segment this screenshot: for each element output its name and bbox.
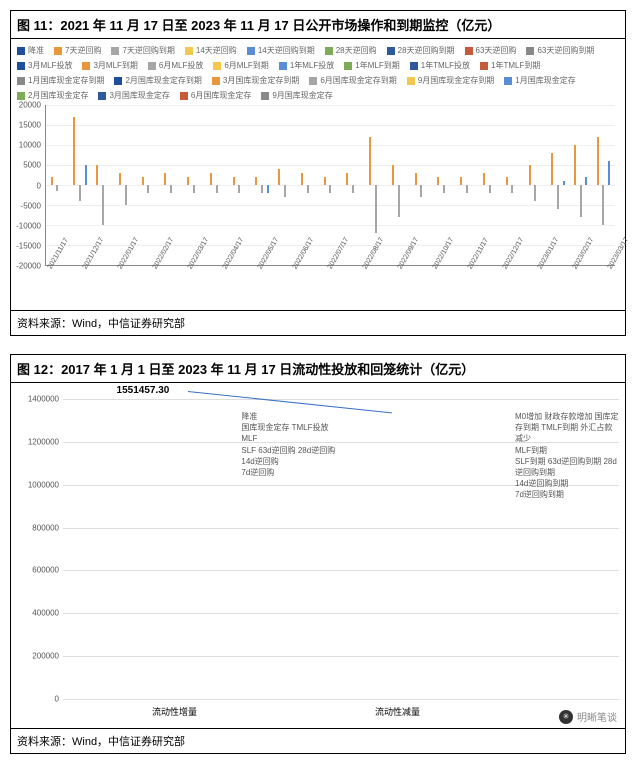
legend-item: 1年TMLF到期 <box>480 60 540 71</box>
legend-item: 6月国库现金定存到期 <box>309 75 396 86</box>
watermark-text: 明晰笔谈 <box>577 709 617 724</box>
chart-12-yaxis: 0200000400000600000800000100000012000001… <box>17 399 61 699</box>
legend-item: 1月国库现金定存到期 <box>17 75 104 86</box>
legend-item: 63天逆回购 <box>465 45 517 56</box>
top-value-1: 1437957.73 <box>357 417 410 428</box>
chart-12-source: 资料来源：Wind，中信证券研究部 <box>11 728 625 753</box>
legend-item: 6月MLF到期 <box>213 60 268 71</box>
legend-item: 2月国库现金定存 <box>17 90 88 101</box>
legend-item: 1年MLF投放 <box>279 60 334 71</box>
legend-item: 14天逆回购到期 <box>247 45 315 56</box>
chart-12-xaxis: 流动性增量 流动性减量 <box>63 705 509 718</box>
chart-12-plot: 0200000400000600000800000100000012000001… <box>63 399 509 699</box>
legend-item: 3月国库现金定存 <box>98 90 169 101</box>
legend-item: 1月国库现金定存 <box>504 75 575 86</box>
legend-item: 1年TMLF投放 <box>410 60 470 71</box>
legend-item: 9月国库现金定存 <box>261 90 332 101</box>
legend-item: 3月国库现金定存到期 <box>212 75 299 86</box>
chart-11-source: 资料来源：Wind，中信证券研究部 <box>11 310 625 335</box>
chart-11-yaxis: -20000-15000-10000-500005000100001500020… <box>17 105 43 266</box>
left-series-labels: 降准国库现金定存 TMLF投放MLFSLF 63d逆回购 28d逆回购14d逆回… <box>241 411 335 478</box>
top-value-0: 1551457.30 <box>117 385 170 396</box>
legend-item: 9月国库现金定存到期 <box>407 75 494 86</box>
legend-item: 6月国库现金定存 <box>180 90 251 101</box>
legend-item: 7天逆回购到期 <box>111 45 174 56</box>
wechat-icon: ✳ <box>559 710 573 724</box>
legend-item: 3月MLF到期 <box>82 60 137 71</box>
legend-item: 14天逆回购 <box>185 45 237 56</box>
legend-item: 降准 <box>17 45 44 56</box>
chart-12-title: 图 12：2017 年 1 月 1 日至 2023 年 11 月 17 日流动性… <box>11 355 625 383</box>
xcat-0: 流动性增量 <box>63 705 286 718</box>
watermark: ✳ 明晰笔谈 <box>559 709 617 724</box>
legend-item: 3月MLF投放 <box>17 60 72 71</box>
xcat-1: 流动性减量 <box>286 705 509 718</box>
chart-11-legend: 降准 7天逆回购 7天逆回购到期 14天逆回购 14天逆回购到期 28天逆回购 28天逆回购… <box>17 45 619 101</box>
legend-item: 1年MLF到期 <box>344 60 399 71</box>
right-series-labels: M0增加 财政存款增加 国库定存到期 TMLF到期 外汇占款减少MLF到期SLF… <box>515 411 619 501</box>
chart-11-title: 图 11：2021 年 11 月 17 日至 2023 年 11 月 17 日公… <box>11 11 625 39</box>
legend-item: 63天逆回购到期 <box>526 45 594 56</box>
chart-11-block: 图 11：2021 年 11 月 17 日至 2023 年 11 月 17 日公… <box>10 10 626 336</box>
chart-12-body: 0200000400000600000800000100000012000001… <box>11 383 625 728</box>
chart-11-body: 降准 7天逆回购 7天逆回购到期 14天逆回购 14天逆回购到期 28天逆回购 28天逆回购… <box>11 39 625 310</box>
legend-item: 7天逆回购 <box>54 45 101 56</box>
chart-11-xaxis: 2021/11/172021/12/172022/01/172022/02/17… <box>45 266 619 308</box>
legend-item: 2月国库现金定存到期 <box>114 75 201 86</box>
legend-item: 28天逆回购到期 <box>387 45 455 56</box>
legend-item: 6月MLF投放 <box>148 60 203 71</box>
chart-12-block: 图 12：2017 年 1 月 1 日至 2023 年 11 月 17 日流动性… <box>10 354 626 754</box>
legend-item: 28天逆回购 <box>325 45 377 56</box>
